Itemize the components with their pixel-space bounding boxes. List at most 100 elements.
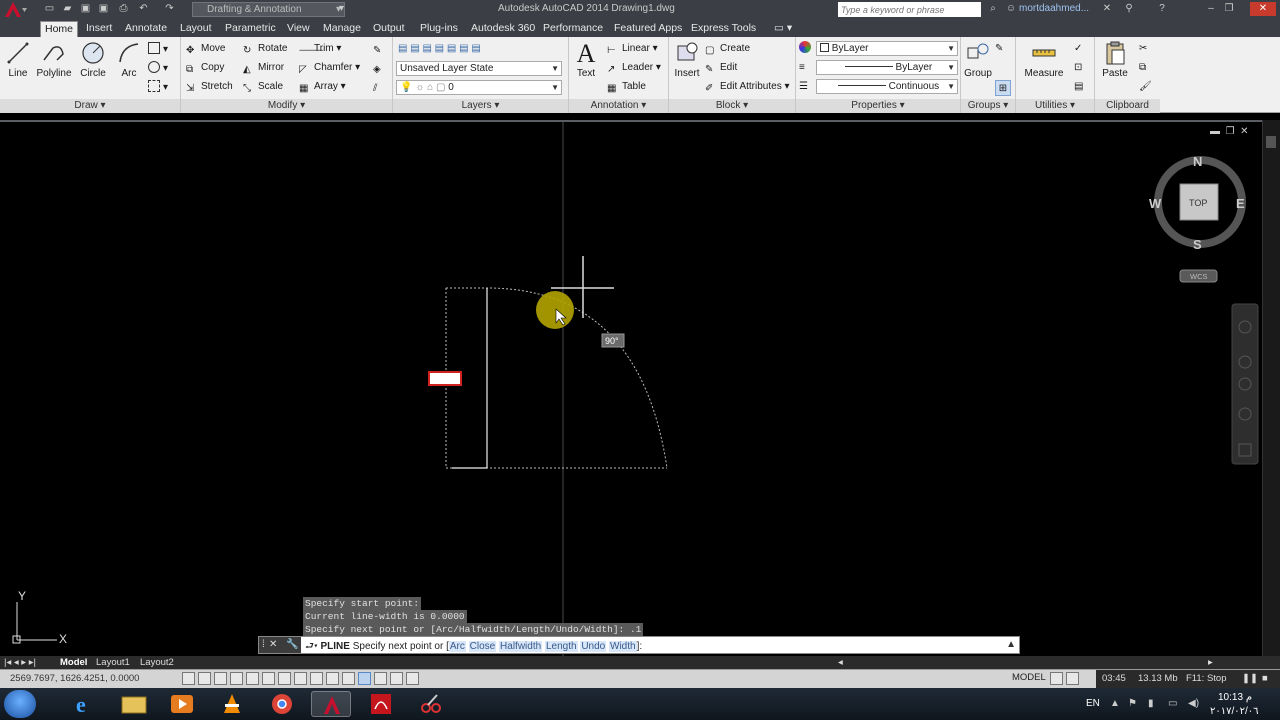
tab-home[interactable]: Home (40, 21, 79, 37)
command-line-grip[interactable]: ⁞ ✕ 🔧 (259, 637, 301, 653)
workspace-dropdown[interactable]: Drafting & Annotation ▾ (192, 2, 345, 17)
dyn-icon[interactable] (310, 672, 323, 685)
file-explorer-icon[interactable] (114, 691, 154, 717)
layer-state-dropdown[interactable]: Unsaved Layer State ▼ (396, 61, 562, 76)
create-block-button[interactable]: ▢ Create (705, 41, 750, 57)
tab-annotate[interactable]: Annotate (121, 21, 171, 37)
save-as-icon[interactable]: ▣ (96, 2, 111, 16)
transparency-icon[interactable] (342, 672, 355, 685)
text-button[interactable]: A Text (573, 40, 599, 80)
coordinates-readout[interactable]: 2569.7697, 1626.4251, 0.0000 (10, 673, 139, 684)
stop-recording[interactable]: F11: Stop (1186, 673, 1227, 684)
option-undo[interactable]: Undo (580, 641, 607, 652)
tab-manage[interactable]: Manage (319, 21, 365, 37)
undo-icon[interactable]: ↶ (136, 2, 151, 16)
copy-button[interactable]: ⧉ Copy (186, 60, 224, 76)
print-icon[interactable]: ⎙ (116, 2, 131, 16)
wrench-icon[interactable]: 🔧 (286, 639, 298, 650)
quick-select-icon[interactable]: ⊡ (1074, 60, 1082, 76)
option-halfwidth[interactable]: Halfwidth (499, 641, 543, 652)
close-icon[interactable]: ✕ (1250, 2, 1276, 16)
command-expand-icon[interactable]: ▲ (1006, 639, 1016, 650)
group-selection-icon[interactable]: ⊞ (995, 80, 1011, 96)
groups-panel-title[interactable]: Groups ▾ (961, 99, 1015, 113)
ducs-icon[interactable] (294, 672, 307, 685)
chrome-icon[interactable] (262, 691, 302, 717)
ribbon-options-icon[interactable]: ▭ ▾ (770, 21, 796, 37)
boundary-button[interactable]: ▾ (148, 80, 168, 96)
measure-button[interactable]: Measure (1022, 40, 1066, 79)
hscroll-right[interactable]: ▸ (1208, 656, 1213, 669)
quick-view-layouts-icon[interactable] (1050, 672, 1063, 685)
selection-cycling-icon[interactable] (374, 672, 387, 685)
viewport-minimize-icon[interactable]: ▬ (1210, 126, 1220, 137)
autocad-app-menu-button[interactable] (0, 0, 30, 19)
tab-layout1[interactable]: Layout1 (96, 656, 130, 669)
media-player-icon[interactable] (162, 691, 202, 717)
leader-button[interactable]: ↗ Leader ▾ (607, 60, 661, 76)
tab-plugins[interactable]: Plug-ins (416, 21, 462, 37)
scroll-thumb[interactable] (1266, 136, 1276, 148)
vertical-scrollbar[interactable] (1262, 120, 1280, 656)
arc-button[interactable]: Arc (116, 40, 142, 79)
tab-express-tools[interactable]: Express Tools (687, 21, 760, 37)
drawing-canvas[interactable]: 90° TOP N S E W WCS Y X (0, 122, 1262, 658)
compass-west[interactable]: W (1149, 196, 1162, 211)
edit-block-button[interactable]: ✎ Edit (705, 60, 737, 76)
match-properties-brush-icon[interactable]: 🖌 (1139, 79, 1152, 95)
tab-parametric[interactable]: Parametric (221, 21, 280, 37)
ungroup-icon[interactable]: ✎ (995, 41, 1003, 57)
command-recent-icon[interactable]: ⮐▾ (305, 641, 318, 652)
tab-model[interactable]: Model (60, 656, 87, 669)
cut-icon[interactable]: ✂ (1139, 41, 1147, 57)
pause-icon[interactable]: ❚❚ (1242, 673, 1258, 684)
tray-expand-icon[interactable]: ▲ (1110, 698, 1120, 709)
rectangle-button[interactable]: ▾ (148, 42, 168, 58)
linear-dimension-button[interactable]: ⊢ Linear ▾ (607, 41, 658, 57)
grid-icon[interactable] (198, 672, 211, 685)
paste-button[interactable]: Paste (1099, 40, 1131, 79)
line-button[interactable]: Line (4, 40, 32, 79)
tab-view[interactable]: View (283, 21, 314, 37)
id-point-icon[interactable]: ▤ (1074, 79, 1083, 95)
option-close[interactable]: Close (468, 641, 497, 652)
model-space-button[interactable]: MODEL (1012, 672, 1046, 683)
compass-east[interactable]: E (1236, 196, 1245, 211)
insert-block-button[interactable]: Insert (672, 40, 702, 79)
explode-button[interactable]: ◈ (373, 60, 388, 76)
quick-calc-icon[interactable]: ✓ (1074, 41, 1082, 57)
mirror-button[interactable]: ◭ Mirror (243, 60, 284, 76)
array-button[interactable]: ▦ Array ▾ (299, 79, 346, 95)
restore-icon[interactable]: ❐ (1222, 2, 1236, 16)
acrobat-icon[interactable] (361, 691, 401, 717)
draw-panel-title[interactable]: Draw ▾ (0, 99, 180, 113)
ortho-icon[interactable] (214, 672, 227, 685)
tab-output[interactable]: Output (369, 21, 409, 37)
windows-start-icon[interactable] (4, 690, 36, 718)
input-language[interactable]: EN (1086, 698, 1100, 709)
open-file-icon[interactable]: ▰ (60, 2, 75, 16)
osnap-icon[interactable] (246, 672, 259, 685)
clock-time[interactable]: 10:13 م (1218, 692, 1252, 703)
properties-panel-title[interactable]: Properties ▾ (796, 99, 960, 113)
viewport-close-icon[interactable]: ✕ (1240, 126, 1248, 137)
search-input[interactable] (838, 2, 981, 17)
network-icon[interactable]: ▮ (1148, 698, 1154, 709)
redo-icon[interactable]: ↷ (162, 2, 177, 16)
tab-insert[interactable]: Insert (82, 21, 116, 37)
hatch-button[interactable]: ▾ (148, 61, 168, 77)
layer-tools-row[interactable]: ▤ ▤ ▤ ▤ ▤ ▤ ▤ (398, 41, 481, 57)
dynamic-input-box[interactable] (428, 371, 462, 386)
drawing-area[interactable]: 90° TOP N S E W WCS Y X (0, 120, 1262, 658)
qat-menu-icon[interactable]: ▾ (334, 2, 349, 16)
annotation-panel-title[interactable]: Annotation ▾ (569, 99, 668, 113)
layout-nav-icons[interactable]: |◂ ◂ ▸ ▸| (4, 656, 36, 669)
option-width[interactable]: Width (609, 641, 637, 652)
rotate-button[interactable]: ↻ Rotate (243, 41, 287, 57)
snipping-tool-icon[interactable] (411, 691, 451, 717)
action-center-icon[interactable]: ⚑ (1128, 698, 1137, 709)
tab-performance[interactable]: Performance (539, 21, 607, 37)
close-icon[interactable]: ✕ (269, 639, 277, 650)
compass-south[interactable]: S (1193, 237, 1202, 252)
block-panel-title[interactable]: Block ▾ (669, 99, 795, 113)
